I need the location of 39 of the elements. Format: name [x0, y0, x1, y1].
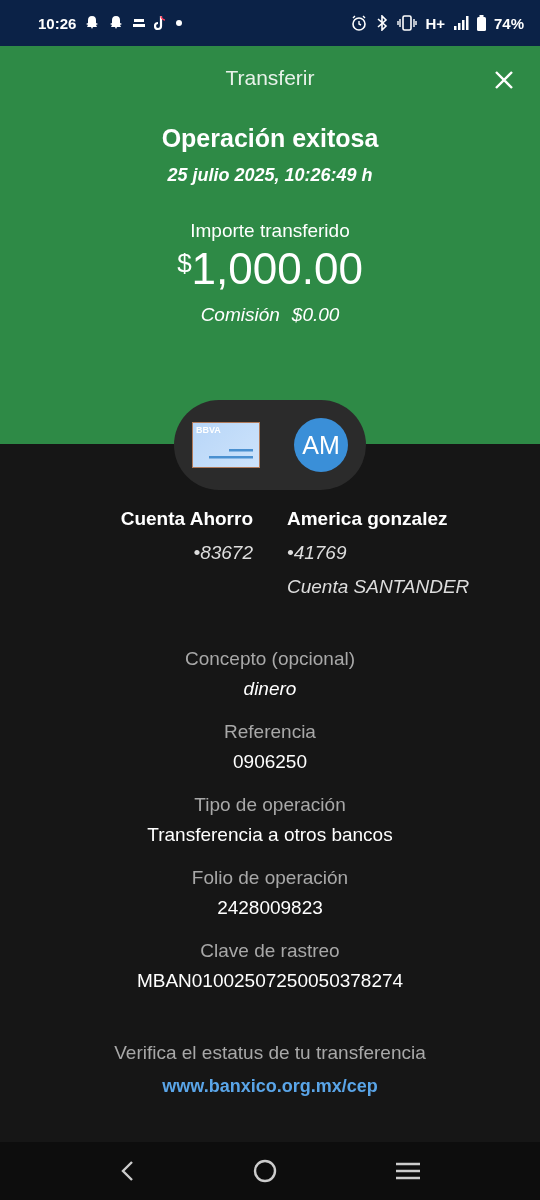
detail-label: Referencia — [224, 721, 316, 743]
bank-card-icon: BBVA — [192, 422, 260, 468]
detail-value: 0906250 — [233, 751, 307, 773]
detail-label: Tipo de operación — [194, 794, 346, 816]
detail-value: MBAN01002507250050378274 — [136, 970, 404, 992]
recipient-account-number: •41769 — [287, 542, 347, 564]
source-account-name: Cuenta Ahorro — [120, 508, 253, 530]
home-button[interactable] — [253, 1159, 277, 1183]
recipient-avatar: AM — [294, 418, 348, 472]
recipient-bank: Cuenta SANTANDER — [287, 576, 470, 598]
fee-value: $0.00 — [291, 304, 340, 326]
amount-label: Importe transferido — [190, 220, 350, 242]
banxico-link[interactable]: www.banxico.org.mx/cep — [162, 1076, 378, 1097]
currency-symbol: $ — [177, 248, 192, 278]
detail-label: Folio de operación — [191, 867, 349, 889]
signal-icon — [452, 15, 469, 31]
fee-label: Comisión — [200, 304, 280, 326]
operation-datetime: 25 julio 2025, 10:26:49 h — [167, 165, 373, 186]
verify-text: Verifica el estatus de tu transferencia — [113, 1042, 427, 1064]
back-button[interactable] — [119, 1160, 135, 1182]
alarm-icon — [351, 15, 368, 31]
detail-label: Concepto (opcional) — [184, 648, 355, 670]
network-type: H+ — [425, 14, 445, 32]
dot-icon — [176, 20, 183, 26]
status-time: 10:26 — [38, 14, 77, 32]
vibrate-icon — [397, 15, 418, 31]
detail-value: Transferencia a otros bancos — [147, 824, 393, 846]
recipient-name: America gonzalez — [287, 508, 448, 530]
detail-label: Clave de rastreo — [200, 940, 340, 962]
detail-value: 2428009823 — [217, 897, 323, 919]
detail-value: dinero — [243, 678, 297, 700]
battery-percent: 74% — [493, 14, 524, 32]
source-account-number: •83672 — [193, 542, 253, 564]
battery-icon — [476, 15, 486, 31]
amount-value: 1,000.00 — [191, 244, 363, 294]
bluetooth-icon — [375, 15, 390, 31]
recents-button[interactable] — [395, 1161, 421, 1181]
screen-title: Transferir — [225, 66, 315, 90]
success-title: Operación exitosa — [161, 124, 379, 153]
